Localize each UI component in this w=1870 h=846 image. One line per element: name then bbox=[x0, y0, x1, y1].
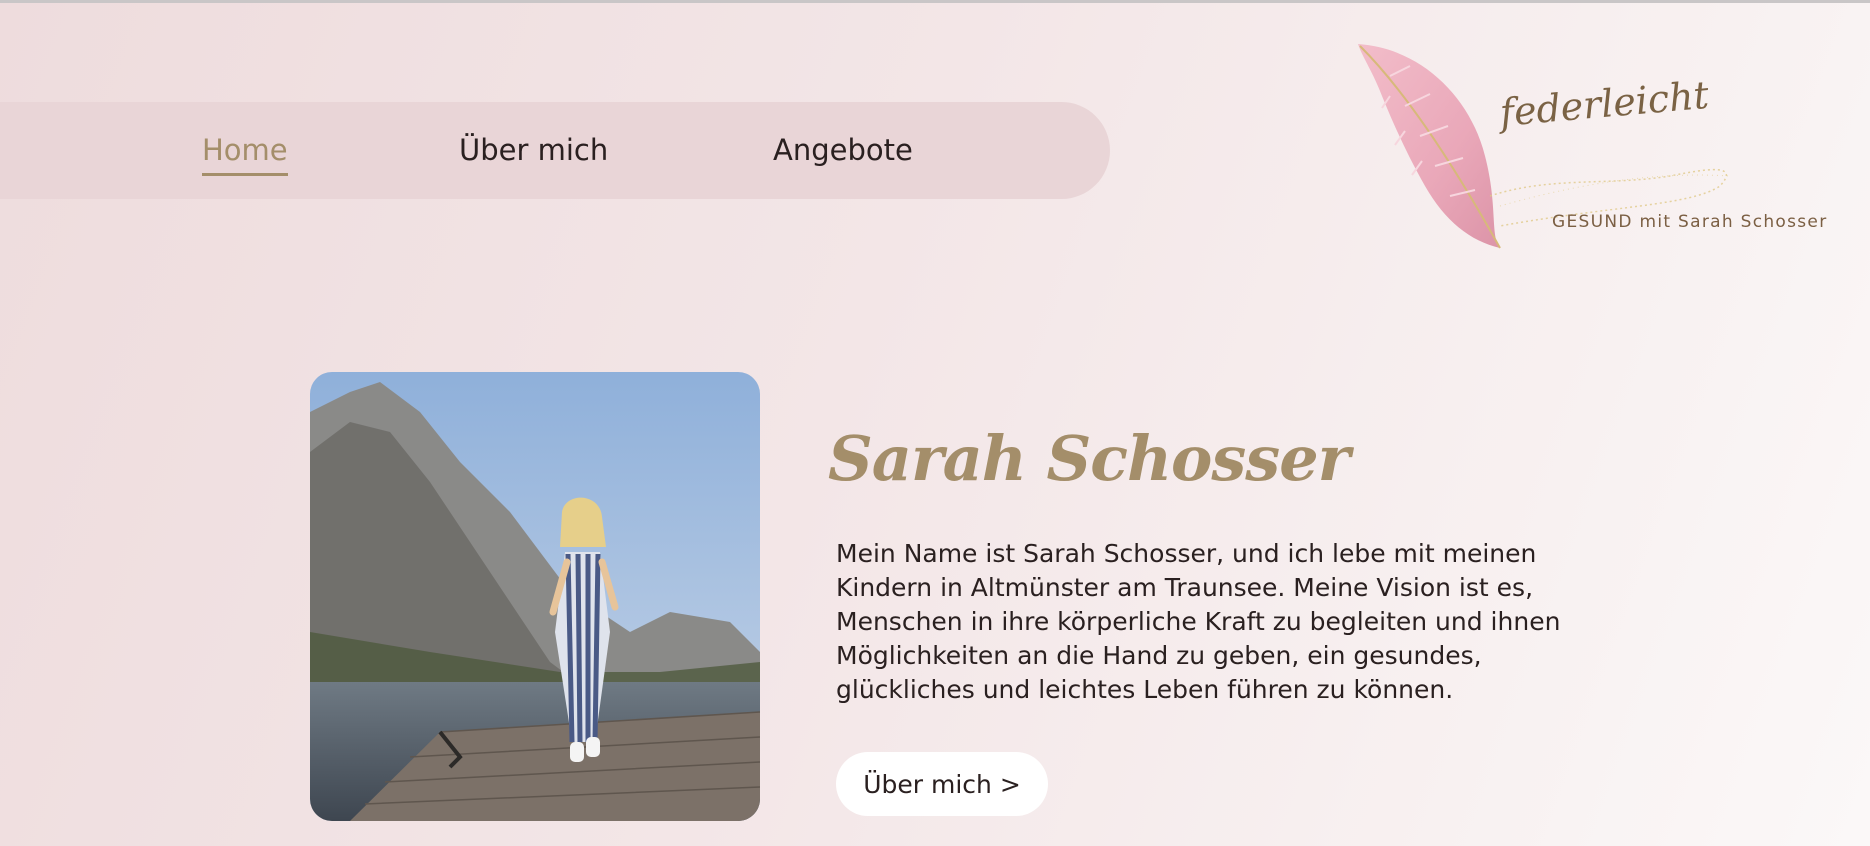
hero-bio: Mein Name ist Sarah Schosser, und ich le… bbox=[836, 539, 1561, 704]
hero-photo bbox=[310, 372, 760, 821]
nav-item-offers[interactable]: Angebote bbox=[773, 130, 913, 170]
nav-item-home[interactable]: Home bbox=[202, 130, 288, 176]
main-navigation: Home Über mich Angebote bbox=[0, 102, 1110, 199]
hero-name: Sarah Schosser bbox=[828, 421, 1350, 495]
nav-item-about[interactable]: Über mich bbox=[459, 130, 608, 170]
logo-tagline: GESUND mit Sarah Schosser bbox=[1552, 212, 1828, 232]
browser-top-border bbox=[0, 0, 1870, 3]
about-me-button[interactable]: Über mich > bbox=[836, 752, 1048, 816]
site-logo[interactable]: federleicht GESUND mit Sarah Schosser bbox=[1350, 36, 1830, 266]
